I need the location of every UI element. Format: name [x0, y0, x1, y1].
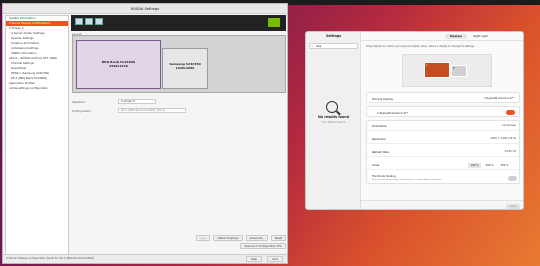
sidebar-item[interactable]: nvidia-settings Configuration [6, 86, 68, 91]
nvidia-settings-window: NVIDIA Settings System Information X Serv… [2, 3, 288, 264]
apply-button[interactable]: Apply [196, 235, 210, 241]
settings-footer: Apply [361, 200, 523, 209]
orientation-value[interactable]: Landscape [502, 124, 516, 127]
settings-header: Displays Night Light ✕ [361, 32, 523, 41]
resolution-value[interactable]: 2560 × 1440 (16:9) [490, 137, 516, 140]
display-enabled-toggle[interactable] [506, 110, 515, 115]
tab-night-light[interactable]: Night Light [468, 34, 493, 39]
detect-displays-button[interactable]: Detect Displays [213, 235, 243, 241]
selection-dropdown[interactable]: X screen 0 [118, 99, 156, 104]
resolution-row[interactable]: Resolution 2560 × 1440 (16:9) [367, 134, 521, 144]
monitor-icon [95, 18, 103, 25]
search-input-value: disp [316, 45, 322, 48]
settings-window: Settings ⌕ disp No results found Try a d… [305, 31, 524, 210]
primary-display-card[interactable]: Primary Display 1 Ryzen/N America 27" [366, 92, 520, 103]
help-button[interactable]: Help [246, 256, 262, 262]
search-input[interactable]: ⌕ disp [309, 43, 358, 49]
refresh-rate-value[interactable]: 59.95 Hz [504, 150, 516, 153]
orientation-row[interactable]: Orientation Landscape [367, 121, 521, 131]
refresh-rate-row[interactable]: Refresh Rate 59.95 Hz [367, 147, 521, 157]
scale-100-button[interactable]: 100 % [468, 162, 481, 168]
display-2-res: 1920x1080 [175, 66, 195, 70]
settings-sidebar-title: Settings [325, 34, 342, 38]
apply-settings-button[interactable]: Apply [506, 204, 520, 209]
primary-display-label: Primary Display [372, 96, 394, 101]
configuration-label: Configuration: [72, 109, 92, 113]
monitor-icon [75, 18, 83, 25]
status-bar: X Server Display Configuration panel for… [3, 254, 287, 263]
window-title: NVIDIA Settings [3, 4, 287, 14]
no-results-subtitle: Try a different search [321, 121, 346, 124]
advanced-button[interactable]: Advanced... [246, 235, 268, 241]
display-1-res: 2560x1440 [109, 64, 128, 68]
tab-displays[interactable]: Displays [445, 34, 467, 39]
display-selector-label[interactable]: 2 Ryzen/N America 27" [377, 111, 408, 115]
arrangement-display-1[interactable]: 1 [424, 62, 450, 78]
fractional-scaling-sub: May increase power usage, lower speed, o… [372, 178, 443, 181]
sidebar-tree[interactable]: System Information X Server Display Confi… [5, 15, 69, 255]
reset-button[interactable]: Reset [271, 235, 286, 241]
no-results-title: No results found [318, 115, 349, 119]
quit-button[interactable]: Quit [267, 256, 283, 262]
banner [71, 15, 286, 31]
settings-sidebar: Settings ⌕ disp No results found Try a d… [306, 32, 361, 209]
save-config-button[interactable]: Save to X Configuration File [240, 243, 286, 249]
display-selector-card[interactable]: 2 Ryzen/N America 27" [366, 106, 520, 117]
display-properties-card: Orientation Landscape Resolution 2560 × … [366, 120, 521, 185]
display-1-box[interactable]: BNQ BenQ PL2460Q 2560x1440 [76, 40, 161, 89]
scale-row: Scale 100 % 200 % 300 % [367, 160, 521, 170]
fractional-scaling-row: Fractional Scaling May increase power us… [367, 172, 521, 185]
status-text: X Server Display Configuration panel for… [6, 257, 95, 260]
configuration-dropdown[interactable]: DP-1 (BNQ BenQ PL2460Q) (DP-1) [118, 108, 186, 113]
nvidia-logo-icon [268, 18, 280, 27]
arrangement-display-2[interactable]: 2 [451, 65, 467, 77]
scale-200-button[interactable]: 200 % [483, 163, 496, 168]
selection-label: Selection: [72, 100, 86, 104]
monitor-icon [85, 18, 93, 25]
display-2-box[interactable]: Samsung S24C550 1920x1080 [162, 48, 208, 89]
search-icon: ⌕ [311, 44, 314, 48]
scale-300-button[interactable]: 300 % [498, 163, 511, 168]
intro-text: Drag displays to match your physical dis… [366, 45, 475, 48]
primary-display-value[interactable]: 1 Ryzen/N America 27" [484, 97, 514, 100]
fractional-scaling-toggle[interactable] [508, 176, 517, 181]
